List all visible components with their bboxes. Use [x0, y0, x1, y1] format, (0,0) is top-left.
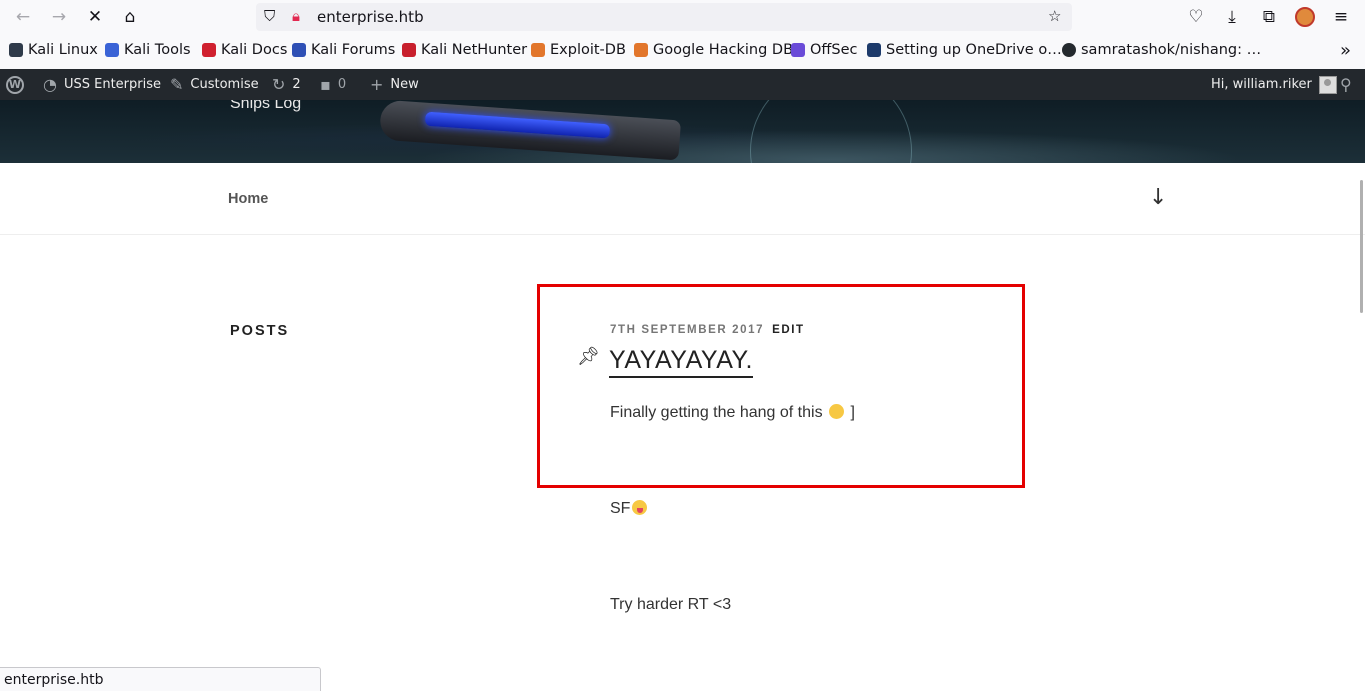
more-bookmarks-icon[interactable]: » [1340, 40, 1351, 61]
tongue-emoji-icon [632, 500, 648, 515]
url-text[interactable]: enterprise.htb [317, 8, 424, 26]
highlight-annotation [537, 284, 1025, 488]
bookmark-kali-tools[interactable]: Kali Tools [105, 42, 191, 58]
updates-icon: ↻ [272, 75, 286, 94]
updates-link[interactable]: ↻ 2 [272, 69, 301, 100]
kali-linux-icon [9, 43, 23, 57]
bookmarks-bar: Kali Linux Kali Tools Kali Docs Kali For… [0, 34, 1365, 70]
bookmark-kali-linux[interactable]: Kali Linux [9, 42, 98, 58]
url-bar[interactable]: ⛉ 🔒︎ enterprise.htb ☆ [256, 3, 1072, 31]
bookmark-nishang[interactable]: samratashok/nishang: … [1062, 42, 1261, 58]
site-description: Ships Log [230, 100, 302, 112]
brush-icon: ✎ [170, 75, 184, 94]
comments-link[interactable]: ▪ 0 [320, 69, 346, 100]
new-content-link[interactable]: + New [370, 69, 419, 100]
wp-admin-bar: W ◔ USS Enterprise ✎ Customise ↻ 2 ▪ 0 + New … [0, 69, 1365, 100]
page-scrollbar[interactable] [1360, 180, 1363, 313]
status-bar: enterprise.htb [0, 667, 321, 691]
header-grid-decoration [750, 100, 912, 163]
post-text-sf: SF [610, 500, 648, 518]
edit-link[interactable]: EDIT [772, 324, 805, 336]
bookmark-kali-docs[interactable]: Kali Docs [202, 42, 287, 58]
scroll-down-arrow-icon[interactable]: ↓ [1149, 185, 1167, 210]
shield-icon[interactable]: ⛉ [264, 7, 275, 25]
offsec-icon [791, 43, 805, 57]
forward-icon[interactable]: → [45, 3, 73, 31]
nav-home-link[interactable]: Home [228, 191, 268, 207]
avatar [1318, 75, 1337, 94]
bookmark-exploit-db[interactable]: Exploit-DB [531, 42, 626, 58]
lock-icon[interactable]: 🔒︎ [292, 7, 300, 25]
site-name-link[interactable]: ◔ USS Enterprise [43, 69, 161, 100]
plus-icon: + [370, 75, 384, 94]
wordpress-logo-icon[interactable]: W [6, 69, 24, 100]
account-icon[interactable] [1291, 3, 1319, 31]
post-meta: 7TH SEPTEMBER 2017 EDIT [610, 324, 805, 336]
exploit-db-icon [531, 43, 545, 57]
my-account-link[interactable]: Hi, william.riker [1211, 69, 1337, 100]
kali-tools-icon [105, 43, 119, 57]
onedrive-icon [867, 43, 881, 57]
home-icon[interactable]: ⌂ [116, 3, 144, 31]
kali-forums-icon [292, 43, 306, 57]
post-text-try-harder: Try harder RT <3 [610, 596, 732, 613]
header-image: Ships Log [0, 100, 1365, 163]
extensions-icon[interactable]: ⧉ [1255, 3, 1283, 31]
customise-link[interactable]: ✎ Customise [170, 69, 259, 100]
star-icon[interactable]: ☆ [1048, 7, 1061, 25]
sticky-pin-icon: 📌︎ [577, 346, 600, 367]
comment-icon: ▪ [320, 75, 331, 94]
bookmark-google-hacking-db[interactable]: Google Hacking DB [634, 42, 793, 58]
posts-heading: POSTS [230, 323, 290, 339]
post-excerpt: Finally getting the hang of this ] [610, 404, 855, 421]
stop-icon[interactable]: ✕ [81, 3, 109, 31]
bookmark-kali-nethunter[interactable]: Kali NetHunter [402, 42, 527, 58]
kali-nethunter-icon [402, 43, 416, 57]
admin-search-icon[interactable]: ⚲ [1340, 69, 1352, 100]
kali-docs-icon [202, 43, 216, 57]
download-icon[interactable]: ⤓ [1218, 3, 1246, 31]
menu-icon[interactable]: ≡ [1327, 3, 1355, 31]
bookmark-offsec[interactable]: OffSec [791, 42, 858, 58]
bookmark-kali-forums[interactable]: Kali Forums [292, 42, 395, 58]
browser-toolbar: ← → ✕ ⌂ ⛉ 🔒︎ enterprise.htb ☆ ♡ ⤓ ⧉ ≡ [0, 0, 1365, 34]
main-navigation: Home ↓ [0, 163, 1365, 235]
github-icon [1062, 43, 1076, 57]
google-hacking-db-icon [634, 43, 648, 57]
smile-emoji-icon [829, 404, 845, 419]
dashboard-icon: ◔ [43, 75, 57, 94]
back-icon[interactable]: ← [9, 3, 37, 31]
bookmark-onedrive[interactable]: Setting up OneDrive o… [867, 42, 1062, 58]
pocket-icon[interactable]: ♡ [1182, 3, 1210, 31]
post-title[interactable]: YAYAYAYAY. [609, 345, 753, 378]
post-date[interactable]: 7TH SEPTEMBER 2017 [610, 324, 764, 336]
